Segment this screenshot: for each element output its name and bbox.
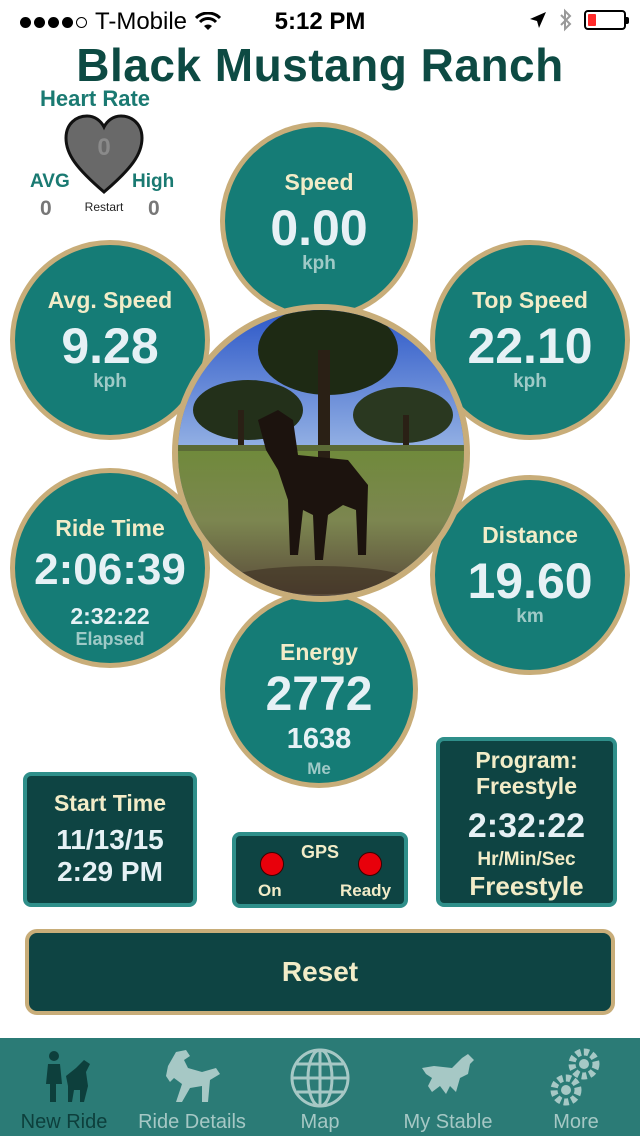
heart-rate-value: 0 (97, 134, 111, 161)
gps-on-indicator (260, 852, 284, 876)
horse-photo-image (178, 310, 464, 596)
energy-me-label: Me (307, 759, 331, 778)
program-time-unit: Hr/Min/Sec (477, 849, 576, 870)
gps-ready-indicator (358, 852, 382, 876)
globe-icon (290, 1048, 350, 1108)
running-horse-icon (422, 1054, 474, 1094)
speed-unit: kph (302, 253, 336, 274)
rider-icon (46, 1051, 90, 1102)
tab-map[interactable]: Map (256, 1038, 384, 1136)
elapsed-time-value: 2:32:22 (70, 603, 150, 629)
start-time-value: 2:29 PM (57, 856, 163, 887)
energy-me-value: 1638 (286, 723, 352, 755)
gps-ready-label: Ready (340, 881, 392, 900)
battery-icon (584, 10, 629, 30)
top-speed-label: Top Speed (472, 287, 588, 313)
ride-time-value: 2:06:39 (34, 545, 186, 594)
program-name: Freestyle (475, 773, 577, 799)
hr-avg-label: AVG (30, 171, 70, 192)
distance-value: 19.60 (467, 553, 593, 609)
heart-rate-label: Heart Rate (40, 86, 151, 111)
avg-speed-value: 9.28 (61, 318, 159, 374)
top-speed-value: 22.10 (467, 318, 593, 374)
tab-new-ride[interactable]: New Ride (0, 1038, 128, 1136)
reset-button[interactable]: Reset (25, 929, 615, 1015)
elapsed-label: Elapsed (75, 629, 145, 649)
tab-more[interactable]: More (512, 1038, 640, 1136)
tab-my-stable-label: My Stable (403, 1111, 493, 1133)
energy-label: Energy (280, 639, 358, 665)
energy-value: 2772 (265, 668, 373, 721)
tab-ride-details[interactable]: Ride Details (128, 1038, 256, 1136)
hr-restart-button[interactable]: Restart (78, 200, 130, 214)
speed-gauge: Speed 0.00 kph (220, 122, 418, 320)
distance-unit: km (516, 606, 544, 627)
program-label: Program: (475, 747, 578, 773)
tab-bar: New Ride Ride Details Map My Stable More (0, 1038, 640, 1136)
program-mode: Freestyle (469, 871, 584, 901)
energy-gauge: Energy 2772 1638 Me (220, 590, 418, 788)
program-time: 2:32:22 (467, 807, 586, 845)
gps-panel: GPS On Ready (232, 832, 408, 908)
distance-label: Distance (482, 522, 578, 548)
start-time-label: Start Time (53, 790, 167, 816)
page-title: Black Mustang Ranch (76, 39, 564, 91)
status-right (528, 8, 629, 32)
speed-value: 0.00 (270, 200, 368, 256)
horse-photo[interactable] (172, 304, 470, 602)
top-speed-unit: kph (513, 371, 547, 392)
start-date-value: 11/13/15 (56, 824, 164, 855)
avg-speed-unit: kph (93, 371, 127, 392)
gps-on-label: On (258, 881, 282, 900)
speed-label: Speed (284, 169, 354, 195)
tab-more-label: More (553, 1111, 599, 1133)
location-arrow-icon (530, 12, 546, 28)
program-panel[interactable]: Program: Freestyle 2:32:22 Hr/Min/Sec Fr… (436, 737, 617, 907)
tab-my-stable[interactable]: My Stable (384, 1038, 512, 1136)
tab-new-ride-label: New Ride (20, 1111, 108, 1133)
start-time-panel: Start Time 11/13/15 2:29 PM (23, 772, 197, 907)
gears-icon (550, 1048, 600, 1106)
status-bar: T-Mobile 5:12 PM (0, 0, 640, 40)
ride-time-label: Ride Time (55, 515, 165, 541)
hr-high-label: High (132, 171, 175, 192)
rearing-horse-icon (166, 1050, 220, 1102)
hr-avg-value: 0 (40, 197, 52, 220)
bluetooth-icon (560, 8, 572, 32)
hr-high-value: 0 (148, 197, 160, 220)
avg-speed-label: Avg. Speed (47, 287, 173, 313)
tab-ride-details-label: Ride Details (138, 1111, 246, 1133)
tab-map-label: Map (300, 1111, 340, 1133)
